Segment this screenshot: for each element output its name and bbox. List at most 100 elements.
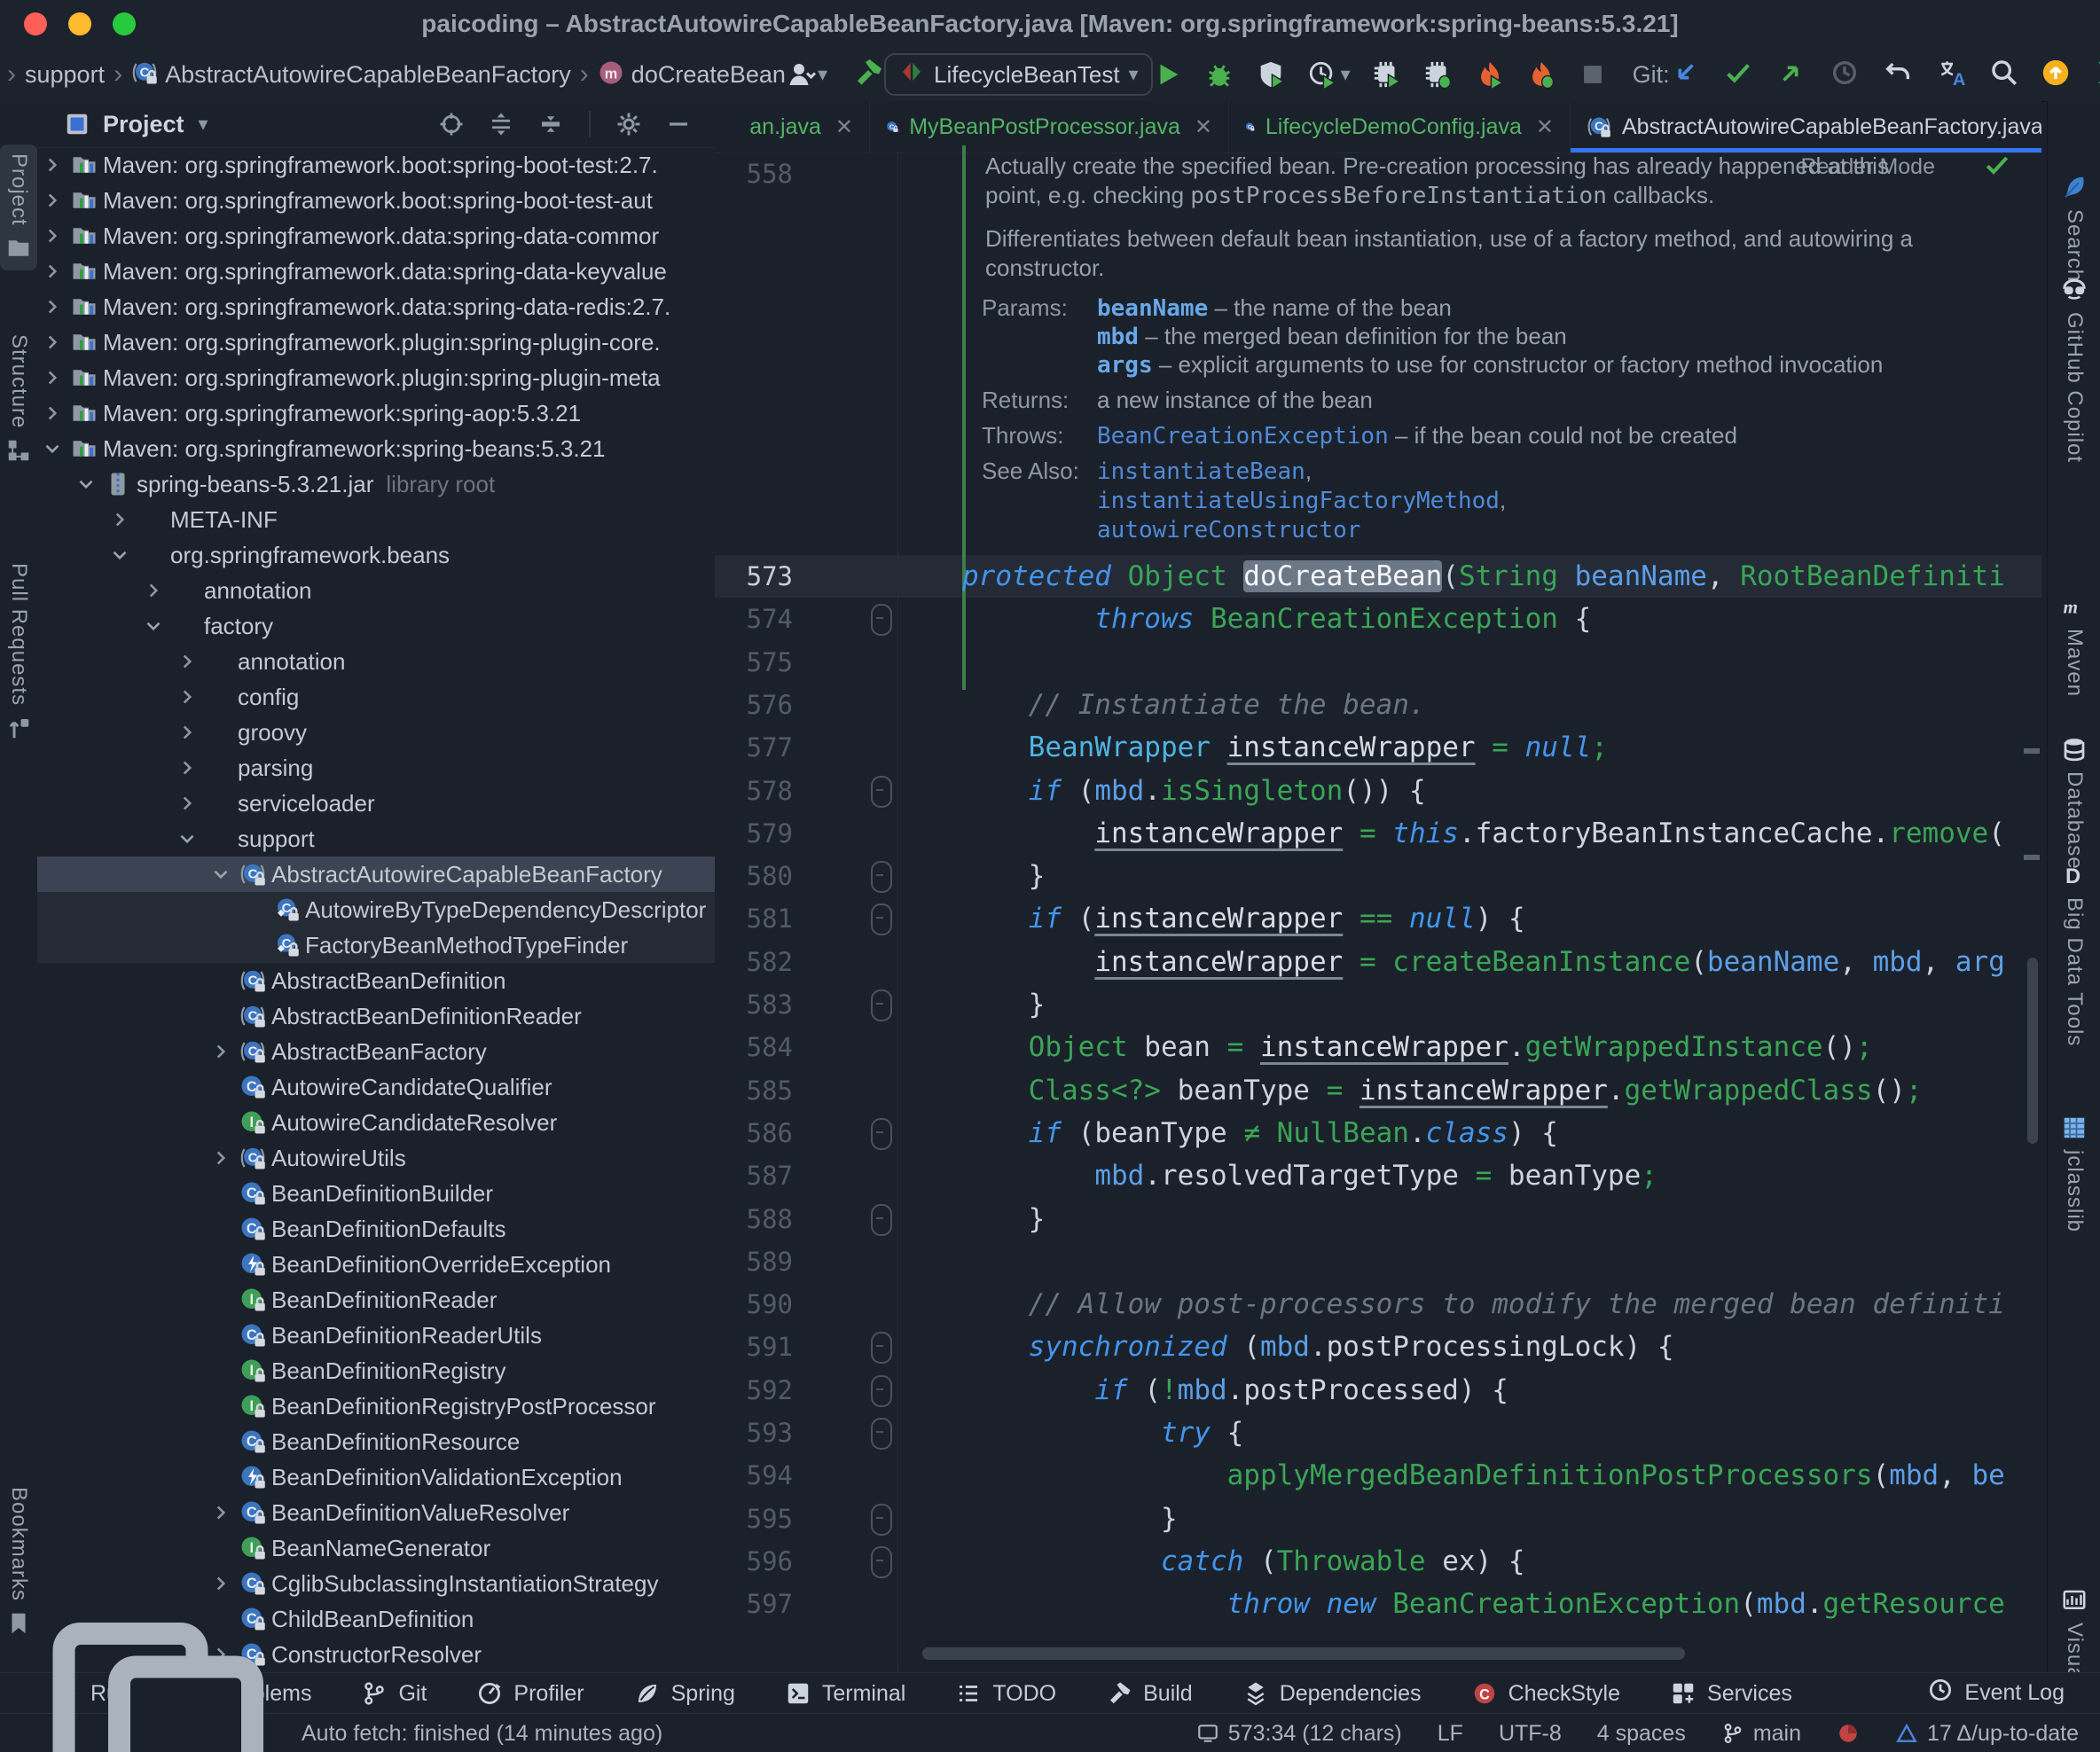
code-line[interactable]: instanceWrapper = createBeanInstance(bea… bbox=[962, 941, 2005, 983]
code-line[interactable]: if (beanType ≠ NullBean.class) { bbox=[962, 1112, 1558, 1154]
tree-item[interactable]: Maven: org.springframework.plugin:spring… bbox=[37, 325, 715, 360]
search-button[interactable] bbox=[1989, 58, 2019, 92]
tree-item[interactable]: parsing bbox=[37, 750, 715, 786]
gitclock-button[interactable] bbox=[1830, 58, 1860, 92]
code-line[interactable]: } bbox=[962, 1498, 1178, 1540]
bug-button[interactable] bbox=[1204, 59, 1234, 90]
tealplay-button[interactable] bbox=[2092, 58, 2100, 92]
tree-item[interactable]: Maven: org.springframework.plugin:spring… bbox=[37, 360, 715, 395]
chevron-right-icon[interactable] bbox=[176, 756, 199, 779]
javadoc-link[interactable]: instantiateUsingFactoryMethod bbox=[1097, 488, 1500, 514]
fold-marker[interactable] bbox=[871, 989, 892, 1021]
editor-tab[interactable]: CMyBeanPostProcessor.java✕ bbox=[870, 101, 1229, 153]
zoom-window-button[interactable] bbox=[113, 12, 136, 35]
fold-marker[interactable] bbox=[871, 1332, 892, 1364]
build-hammer-icon[interactable] bbox=[852, 57, 884, 93]
tree-item[interactable]: CAbstractBeanDefinitionReader bbox=[37, 998, 715, 1034]
tool-window-button-build[interactable]: Build bbox=[1106, 1680, 1193, 1707]
horizontal-scrollbar[interactable] bbox=[922, 1647, 1685, 1660]
status-widget[interactable]: main bbox=[1721, 1721, 1801, 1747]
javadoc-link[interactable]: autowireConstructor bbox=[1097, 517, 1360, 544]
tool-window-button-checkstyle[interactable]: CCheckStyle bbox=[1471, 1680, 1620, 1707]
close-icon[interactable]: ✕ bbox=[832, 114, 853, 140]
fold-marker[interactable] bbox=[871, 903, 892, 935]
editor-tab[interactable]: CLifecycleDemoConfig.java✕ bbox=[1229, 101, 1571, 153]
fold-marker[interactable] bbox=[871, 604, 892, 636]
project-panel-title[interactable]: Project bbox=[90, 111, 184, 138]
editor-tab[interactable]: CAbstractAutowireCapableBeanFactory.java… bbox=[1571, 101, 2041, 153]
editor-tab[interactable]: an.java✕ bbox=[715, 101, 870, 153]
code-line[interactable]: catch (Throwable ex) { bbox=[962, 1540, 1525, 1583]
chevron-down-icon[interactable] bbox=[108, 544, 131, 567]
status-left-icon[interactable] bbox=[20, 1600, 286, 1752]
tree-item[interactable]: IBeanDefinitionRegistry bbox=[37, 1353, 715, 1388]
code-line[interactable]: if (instanceWrapper == null) { bbox=[962, 897, 1525, 940]
code-line[interactable]: if (!mbd.postProcessed) { bbox=[962, 1369, 1508, 1412]
chipplay-button[interactable] bbox=[1372, 59, 1402, 90]
tree-item[interactable]: Maven: org.springframework.data:spring-d… bbox=[37, 254, 715, 289]
crosshair-button[interactable] bbox=[438, 111, 465, 137]
run-configuration-select[interactable]: LifecycleBeanTest ▾ bbox=[884, 53, 1153, 96]
stripe-item-github-copilot[interactable]: GitHub Copilot bbox=[2048, 268, 2100, 472]
chevron-down-icon[interactable] bbox=[209, 863, 232, 886]
expand-button[interactable] bbox=[488, 111, 514, 137]
close-icon[interactable]: ✕ bbox=[1532, 114, 1554, 140]
tool-window-button-terminal[interactable]: Terminal bbox=[785, 1680, 905, 1707]
code-line[interactable]: protected Object doCreateBean(String bea… bbox=[962, 555, 2005, 598]
close-icon[interactable]: ✕ bbox=[1191, 114, 1212, 140]
chevron-right-icon[interactable] bbox=[41, 295, 64, 318]
user-account-icon[interactable]: ▾ bbox=[786, 59, 827, 90]
stripe-item-structure[interactable]: Structure bbox=[0, 325, 37, 473]
chevron-right-icon[interactable] bbox=[41, 153, 64, 176]
gitup-button[interactable] bbox=[1776, 58, 1806, 92]
tree-item[interactable]: Maven: org.springframework.data:spring-d… bbox=[37, 289, 715, 325]
breadcrumb-method[interactable]: doCreateBean bbox=[624, 61, 786, 89]
tree-item[interactable]: CAutowireByTypeDependencyDescriptor bbox=[37, 892, 715, 927]
chevron-right-icon[interactable] bbox=[41, 224, 64, 247]
javadoc-link[interactable]: BeanCreationException bbox=[1097, 423, 1389, 450]
clockplay-button[interactable]: ▾ bbox=[1307, 59, 1351, 90]
code-line[interactable]: try { bbox=[962, 1412, 1243, 1454]
tree-item[interactable]: CAbstractBeanFactory bbox=[37, 1034, 715, 1069]
tool-window-button-dependencies[interactable]: Dependencies bbox=[1242, 1680, 1422, 1707]
status-widget[interactable]: 573:34 (12 chars) bbox=[1196, 1721, 1402, 1747]
flamebug-button[interactable] bbox=[1526, 59, 1556, 90]
chevron-down-icon[interactable] bbox=[74, 473, 98, 496]
upcircle-button[interactable] bbox=[2041, 58, 2071, 92]
chevron-right-icon[interactable] bbox=[209, 1501, 232, 1524]
tree-item[interactable]: Maven: org.springframework.boot:spring-b… bbox=[37, 147, 715, 183]
chevron-right-icon[interactable] bbox=[209, 1146, 232, 1169]
tree-item[interactable]: BeanDefinitionValidationException bbox=[37, 1459, 715, 1495]
minus-button[interactable] bbox=[665, 111, 692, 137]
chevron-right-icon[interactable] bbox=[209, 1572, 232, 1595]
tree-item[interactable]: CBeanDefinitionDefaults bbox=[37, 1211, 715, 1247]
error-stripe-mark[interactable] bbox=[2024, 748, 2040, 754]
stripe-item-jclasslib[interactable]: jclasslib bbox=[2048, 1106, 2100, 1241]
tree-item[interactable]: CFactoryBeanMethodTypeFinder bbox=[37, 927, 715, 963]
play-button[interactable] bbox=[1153, 59, 1183, 90]
code-line[interactable]: // Instantiate the bean. bbox=[962, 684, 1426, 726]
status-widget[interactable]: UTF-8 bbox=[1499, 1721, 1562, 1747]
translate-button[interactable]: A bbox=[1938, 58, 1968, 92]
chevron-right-icon[interactable] bbox=[41, 189, 64, 212]
code-line[interactable]: throw new BeanCreationException(mbd.getR… bbox=[962, 1583, 2005, 1625]
fold-marker[interactable] bbox=[871, 1118, 892, 1150]
chevron-right-icon[interactable] bbox=[41, 260, 64, 283]
error-stripe-mark[interactable] bbox=[2024, 855, 2040, 860]
chevron-down-icon[interactable] bbox=[142, 614, 165, 637]
tree-item[interactable]: CCglibSubclassingInstantiationStrategy bbox=[37, 1566, 715, 1601]
tree-item[interactable]: Maven: org.springframework:spring-beans:… bbox=[37, 431, 715, 466]
fold-marker[interactable] bbox=[871, 1418, 892, 1450]
code-line[interactable]: mbd.resolvedTargetType = beanType; bbox=[962, 1154, 1657, 1197]
status-widget[interactable] bbox=[1837, 1722, 1860, 1745]
tree-item[interactable]: IBeanDefinitionReader bbox=[37, 1282, 715, 1318]
tree-item[interactable]: CAutowireUtils bbox=[37, 1140, 715, 1176]
code-line[interactable]: // Allow post-processors to modify the m… bbox=[962, 1283, 2005, 1326]
stripe-item-project[interactable]: Project bbox=[0, 145, 37, 270]
chevron-right-icon[interactable] bbox=[41, 331, 64, 354]
stripe-item-pull-requests[interactable]: Pull Requests bbox=[0, 554, 37, 750]
tree-item[interactable]: CBeanDefinitionValueResolver bbox=[37, 1495, 715, 1530]
tree-item[interactable]: IBeanDefinitionRegistryPostProcessor bbox=[37, 1388, 715, 1424]
code-line[interactable]: throws BeanCreationException { bbox=[962, 598, 1591, 640]
code-line[interactable]: } bbox=[962, 1198, 1045, 1240]
